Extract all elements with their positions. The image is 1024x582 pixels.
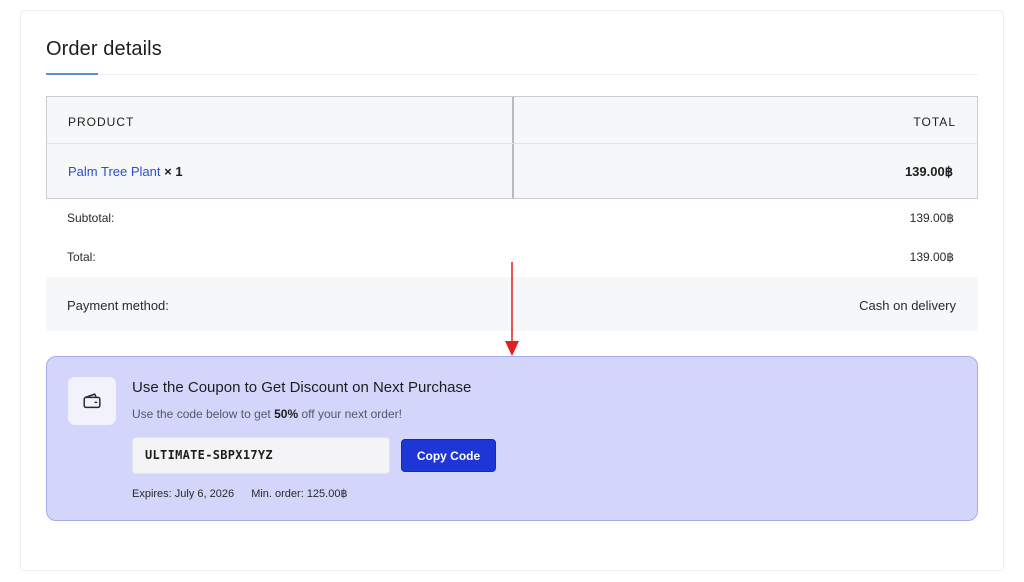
payment-method-label: Payment method:: [67, 298, 169, 313]
coupon-code-field[interactable]: ULTIMATE-SBPX17YZ: [132, 437, 390, 474]
product-link[interactable]: Palm Tree Plant: [68, 164, 161, 179]
column-divider: [512, 97, 514, 198]
coupon-discount: 50%: [274, 407, 299, 421]
row-divider: [47, 143, 977, 144]
coupon-desc-suffix: off your next order!: [301, 407, 402, 421]
column-header-total: TOTAL: [913, 115, 956, 129]
subtotal-value: 139.00฿: [909, 211, 954, 225]
copy-code-button[interactable]: Copy Code: [401, 439, 496, 472]
coupon-card: Use the Coupon to Get Discount on Next P…: [46, 356, 978, 521]
subtotal-label: Subtotal:: [67, 211, 115, 225]
wallet-icon: [68, 377, 116, 425]
page-title: Order details: [46, 38, 162, 60]
column-header-product: PRODUCT: [68, 115, 135, 129]
order-table: PRODUCT TOTAL Palm Tree Plant × 1 139.00…: [46, 96, 978, 199]
table-row: Palm Tree Plant × 1: [68, 164, 183, 179]
coupon-min-order: Min. order: 125.00฿: [251, 488, 348, 500]
title-underline: [46, 73, 98, 75]
coupon-title: Use the Coupon to Get Discount on Next P…: [132, 379, 472, 396]
coupon-description: Use the code below to get 50% off your n…: [132, 407, 402, 421]
coupon-expiry: Expires: July 6, 2026: [132, 488, 235, 500]
product-total: 139.00฿: [904, 164, 953, 179]
title-divider: [46, 74, 978, 75]
coupon-desc-prefix: Use the code below to get: [132, 407, 271, 421]
red-arrow-annotation: [505, 262, 519, 356]
total-value: 139.00฿: [909, 250, 954, 264]
payment-method-value: Cash on delivery: [859, 298, 956, 313]
coupon-meta: Expires: July 6, 2026 Min. order: 125.00…: [132, 487, 347, 500]
product-quantity: × 1: [164, 164, 183, 179]
total-label: Total:: [67, 250, 96, 264]
